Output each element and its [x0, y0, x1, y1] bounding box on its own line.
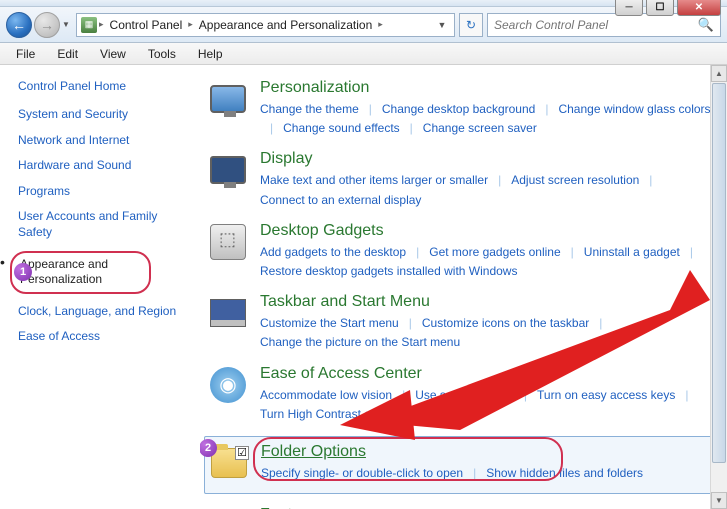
minimize-button[interactable]: ─ [615, 0, 643, 16]
link-separator: | [473, 464, 476, 483]
sidebar-item-hardware[interactable]: Hardware and Sound [18, 158, 190, 174]
category-link[interactable]: Get more gadgets online [429, 243, 560, 262]
menu-help[interactable]: Help [188, 45, 233, 63]
search-box[interactable]: 🔍 [487, 13, 721, 37]
category-link[interactable]: Change window glass colors [558, 100, 710, 119]
category-link[interactable]: Restore desktop gadgets installed with W… [260, 262, 517, 281]
category-link[interactable]: Turn High Contrast on or off [260, 405, 408, 424]
nav-buttons: ← → ▼ [6, 12, 72, 38]
breadcrumb-sep: ▸ [99, 19, 104, 30]
category-link[interactable]: Change the theme [260, 100, 359, 119]
link-separator: | [416, 243, 419, 262]
desktop-gadgets-icon [208, 222, 248, 262]
category-link[interactable]: Connect to an external display [260, 191, 421, 210]
breadcrumb-sep: ▸ [188, 19, 193, 30]
control-panel-icon: ▦ [81, 17, 97, 33]
category-ease-of-access-center: ◉ Ease of Access Center Accommodate low vi… [208, 365, 715, 424]
sidebar-item-system[interactable]: System and Security [18, 107, 190, 123]
menu-tools[interactable]: Tools [138, 45, 186, 63]
link-separator: | [270, 119, 273, 138]
category-title[interactable]: Personalization [260, 79, 715, 97]
sidebar-item-network[interactable]: Network and Internet [18, 133, 190, 149]
category-link[interactable]: Uninstall a gadget [584, 243, 680, 262]
scroll-up-button[interactable]: ▲ [711, 65, 727, 82]
category-link[interactable]: Change the picture on the Start menu [260, 333, 460, 352]
category-link[interactable]: Change desktop background [382, 100, 535, 119]
link-separator: | [690, 243, 693, 262]
nav-history-dropdown[interactable]: ▼ [62, 20, 72, 30]
link-separator: | [599, 314, 602, 333]
maximize-button[interactable]: ☐ [646, 0, 674, 16]
category-link[interactable]: Customize the Start menu [260, 314, 399, 333]
category-title[interactable]: Ease of Access Center [260, 365, 715, 383]
content-pane: PersonalizationChange the theme|Change d… [200, 65, 727, 509]
scroll-down-button[interactable]: ▼ [711, 492, 727, 509]
annotation-badge-1: 1 [14, 263, 32, 281]
breadcrumb-sep: ▸ [378, 19, 383, 30]
category-link[interactable]: Change screen saver [423, 119, 537, 138]
address-bar[interactable]: ▦ ▸ Control Panel ▸ Appearance and Perso… [76, 13, 455, 37]
sidebar: Control Panel Home System and Security N… [0, 65, 200, 509]
address-dropdown[interactable]: ▼ [434, 20, 450, 30]
refresh-button[interactable]: ↻ [459, 13, 483, 37]
link-separator: | [571, 243, 574, 262]
link-separator: | [649, 171, 652, 190]
personalization-icon [208, 79, 248, 119]
taskbar-and-start-menu-icon [208, 293, 248, 333]
category-link[interactable]: Adjust screen resolution [511, 171, 639, 190]
link-separator: | [410, 119, 413, 138]
category-link[interactable]: Make text and other items larger or smal… [260, 171, 488, 190]
breadcrumb-seg[interactable]: Appearance and Personalization [195, 18, 376, 32]
category-title[interactable]: Taskbar and Start Menu [260, 293, 715, 311]
category-desktop-gadgets: Desktop Gadgets Add gadgets to the deskto… [208, 222, 715, 281]
display-icon [208, 150, 248, 190]
sidebar-item-accounts[interactable]: User Accounts and Family Safety [18, 209, 190, 240]
category-link[interactable]: Show hidden files and folders [486, 464, 643, 483]
category-link[interactable]: Add gadgets to the desktop [260, 243, 406, 262]
link-separator: | [524, 386, 527, 405]
category-taskbar-and-start-menu: Taskbar and Start Menu Customize the Star… [208, 293, 715, 352]
category-link[interactable]: Specify single- or double-click to open [261, 464, 463, 483]
category-display: Display Make text and other items larger … [208, 150, 715, 209]
category-link[interactable]: Change sound effects [283, 119, 400, 138]
category-title[interactable]: Display [260, 150, 715, 168]
link-separator: | [369, 100, 372, 119]
category-title[interactable]: Folder Options [261, 443, 714, 461]
sidebar-home-link[interactable]: Control Panel Home [18, 79, 190, 93]
sidebar-item-ease[interactable]: Ease of Access [18, 329, 190, 345]
scrollbar[interactable]: ▲ ▼ [710, 65, 727, 509]
category-link[interactable]: Accommodate low vision [260, 386, 392, 405]
forward-button[interactable]: → [34, 12, 60, 38]
search-input[interactable] [494, 18, 698, 32]
link-separator: | [402, 386, 405, 405]
ease-of-access-center-icon: ◉ [208, 365, 248, 405]
sidebar-item-programs[interactable]: Programs [18, 184, 190, 200]
link-separator: | [409, 314, 412, 333]
category-link[interactable]: Turn on easy access keys [537, 386, 675, 405]
category-link[interactable]: Use screen reader [415, 386, 514, 405]
annotation-badge-2: 2 [200, 439, 217, 457]
link-separator: | [498, 171, 501, 190]
menu-bar: File Edit View Tools Help [0, 43, 727, 65]
main-area: Control Panel Home System and Security N… [0, 65, 727, 509]
link-separator: | [545, 100, 548, 119]
window-title-bar: ─ ☐ ✕ [0, 0, 727, 7]
breadcrumb-seg[interactable]: Control Panel [106, 18, 187, 32]
category-personalization: PersonalizationChange the theme|Change d… [208, 79, 715, 138]
back-button[interactable]: ← [6, 12, 32, 38]
search-icon[interactable]: 🔍 [698, 17, 714, 33]
category-folder-options: Folder Options Specify single- or double-… [204, 436, 719, 494]
menu-edit[interactable]: Edit [47, 45, 88, 63]
sidebar-item-clock[interactable]: Clock, Language, and Region [18, 304, 190, 320]
menu-view[interactable]: View [90, 45, 136, 63]
category-title[interactable]: Desktop Gadgets [260, 222, 715, 240]
link-separator: | [685, 386, 688, 405]
scrollbar-thumb[interactable] [712, 83, 726, 463]
menu-file[interactable]: File [6, 45, 45, 63]
window-controls: ─ ☐ ✕ [615, 0, 721, 16]
category-link[interactable]: Customize icons on the taskbar [422, 314, 589, 333]
close-button[interactable]: ✕ [677, 0, 721, 16]
